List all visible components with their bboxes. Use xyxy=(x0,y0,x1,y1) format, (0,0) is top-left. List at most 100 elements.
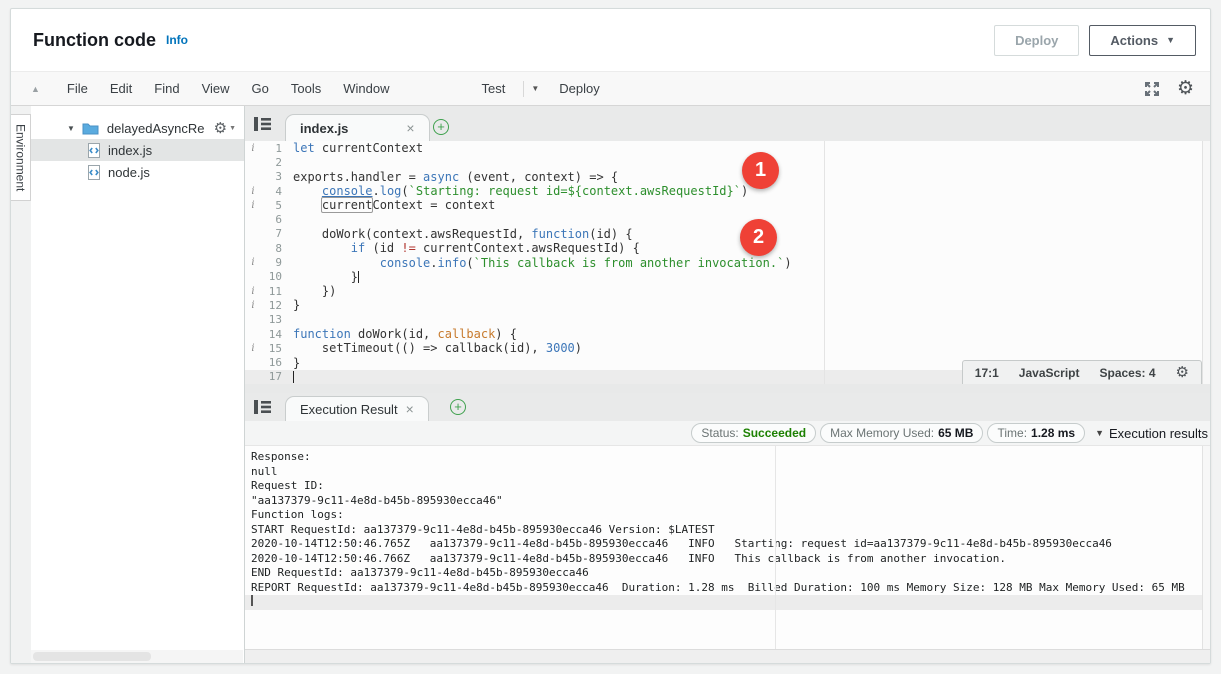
collapse-pane-icon[interactable]: ▲ xyxy=(31,84,40,94)
code-text: console.log(`Starting: request id=${cont… xyxy=(289,184,748,198)
gutter-cell[interactable]: 10 xyxy=(245,270,289,283)
code-line-6: 6 xyxy=(245,212,1210,226)
code-line-11: i11 }) xyxy=(245,284,1210,298)
console-cursor xyxy=(251,595,253,606)
menu-separator xyxy=(523,81,524,97)
gutter-cell[interactable]: i1 xyxy=(245,142,289,155)
tree-scrollbar[interactable] xyxy=(31,650,243,663)
tab-index-js[interactable]: index.js × xyxy=(285,114,430,141)
tree-settings-button[interactable]: ⚙ ▼ xyxy=(214,121,244,136)
annotation-badge-2: 2 xyxy=(740,219,777,256)
gutter-cell[interactable]: 3 xyxy=(245,170,289,183)
menu-item-view[interactable]: View xyxy=(191,81,241,96)
code-text: } xyxy=(289,356,300,370)
gutter-cell[interactable]: i4 xyxy=(245,185,289,198)
tree-scrollbar-thumb[interactable] xyxy=(33,652,151,661)
output-new-tab-icon[interactable]: + xyxy=(450,399,466,415)
code-line-3: 3exports.handler = async (event, context… xyxy=(245,170,1210,184)
tree-file-index.js[interactable]: index.js xyxy=(31,139,244,161)
js-file-icon xyxy=(88,143,100,158)
line-number: 6 xyxy=(261,213,289,226)
language-mode[interactable]: JavaScript xyxy=(1019,366,1080,380)
menu-item-deploy[interactable]: Deploy xyxy=(559,81,599,96)
gutter-cell[interactable]: i9 xyxy=(245,256,289,269)
file-name: index.js xyxy=(108,143,152,158)
close-result-tab-icon[interactable]: × xyxy=(406,401,414,417)
fullscreen-icon[interactable] xyxy=(1143,80,1161,98)
line-number: 1 xyxy=(261,142,289,155)
menu-item-edit[interactable]: Edit xyxy=(99,81,143,96)
menu-item-file[interactable]: File xyxy=(56,81,99,96)
gutter-cell[interactable]: 8 xyxy=(245,242,289,255)
editor-settings-gear-icon[interactable]: ⚙ xyxy=(1176,365,1189,380)
code-line-12: i12} xyxy=(245,298,1210,312)
console-line-10: 2020-10-14T12:50:46.766Z aa137379-9c11-4… xyxy=(245,552,1210,567)
editor-scrollbar[interactable] xyxy=(1202,141,1210,384)
code-text: if (id != currentContext.awsRequestId) { xyxy=(289,241,640,255)
code-line-15: i15 setTimeout(() => callback(id), 3000) xyxy=(245,341,1210,355)
status-badge: Time:1.28 ms xyxy=(987,423,1085,443)
code-line-5: i5 currentContext = context xyxy=(245,198,1210,212)
gutter-cell[interactable]: 14 xyxy=(245,328,289,341)
gutter-info-icon: i xyxy=(245,143,261,154)
folder-expander-icon[interactable]: ▼ xyxy=(67,124,75,133)
code-line-10: 10 } xyxy=(245,270,1210,284)
tree-file-node.js[interactable]: node.js xyxy=(31,161,244,183)
gutter-cell[interactable]: 13 xyxy=(245,313,289,326)
code-text: exports.handler = async (event, context)… xyxy=(289,170,618,184)
gutter-cell[interactable]: 2 xyxy=(245,156,289,169)
execution-console[interactable]: Response:nullRequest ID:"aa137379-9c11-4… xyxy=(245,446,1210,649)
code-text: function doWork(id, callback) { xyxy=(289,327,517,341)
gutter-cell[interactable]: i5 xyxy=(245,199,289,212)
code-text: } xyxy=(289,270,359,284)
tab-list-icon[interactable] xyxy=(254,117,271,131)
js-file-icon xyxy=(88,165,100,180)
test-dropdown-icon[interactable]: ▼ xyxy=(531,84,539,93)
gutter-cell[interactable]: 6 xyxy=(245,213,289,226)
gutter-cell[interactable]: i15 xyxy=(245,342,289,355)
deploy-button[interactable]: Deploy xyxy=(994,25,1079,56)
menu-item-go[interactable]: Go xyxy=(241,81,280,96)
menu-item-find[interactable]: Find xyxy=(143,81,190,96)
tree-gear-caret-icon: ▼ xyxy=(229,125,236,132)
annotation-badge-1: 1 xyxy=(742,152,779,189)
gutter-cell[interactable]: i12 xyxy=(245,299,289,312)
output-tabbar: Execution Result × + xyxy=(245,393,1210,421)
cursor-position[interactable]: 17:1 xyxy=(975,366,999,380)
output-tab-list-icon[interactable] xyxy=(254,400,271,414)
menu-item-window[interactable]: Window xyxy=(332,81,400,96)
gutter-cell[interactable]: 17 xyxy=(245,370,289,383)
actions-button[interactable]: Actions ▼ xyxy=(1089,25,1196,56)
text-cursor xyxy=(358,271,359,283)
ide-content: Environment ▼ delayedAsyncReturn ⚙ ▼ ind… xyxy=(11,106,1210,663)
text-cursor xyxy=(293,371,294,383)
menu-item-test[interactable]: Test xyxy=(470,81,516,96)
console-hscrollbar[interactable] xyxy=(245,649,1210,663)
tree-folder-row[interactable]: ▼ delayedAsyncReturn ⚙ ▼ xyxy=(31,117,244,139)
code-line-2: 2 xyxy=(245,155,1210,169)
ide-settings-gear-icon[interactable]: ⚙ xyxy=(1177,79,1194,98)
spaces-setting[interactable]: Spaces: 4 xyxy=(1100,366,1156,380)
close-tab-icon[interactable]: × xyxy=(406,120,414,136)
menu-item-tools[interactable]: Tools xyxy=(280,81,332,96)
status-badge: Max Memory Used:65 MB xyxy=(820,423,983,443)
file-tree-panel: ▼ delayedAsyncReturn ⚙ ▼ index.js node.js xyxy=(31,106,245,663)
console-line-5: "aa137379-9c11-4e8d-b45b-895930ecca46" xyxy=(245,494,1210,509)
status-badges: Status:SucceededMax Memory Used:65 MBTim… xyxy=(691,423,1085,443)
execution-results-toggle[interactable]: ▼ Execution results xyxy=(1095,426,1208,441)
tab-execution-result[interactable]: Execution Result × xyxy=(285,396,429,421)
ide-menubar: ▲ FileEditFindViewGoToolsWindow Test ▼ D… xyxy=(11,71,1210,106)
gutter-cell[interactable]: 7 xyxy=(245,227,289,240)
environment-tab[interactable]: Environment xyxy=(11,114,31,201)
gutter-cell[interactable]: i11 xyxy=(245,285,289,298)
code-editor[interactable]: i1let currentContext23exports.handler = … xyxy=(245,141,1210,384)
results-caret-icon: ▼ xyxy=(1095,429,1104,438)
line-number: 15 xyxy=(261,342,289,355)
gutter-cell[interactable]: 16 xyxy=(245,356,289,369)
console-scrollbar[interactable] xyxy=(1202,446,1210,649)
file-list: index.js node.js xyxy=(31,139,244,183)
info-link[interactable]: Info xyxy=(166,33,188,47)
new-tab-icon[interactable]: + xyxy=(433,119,449,135)
gutter-info-icon: i xyxy=(245,257,261,268)
menu-items: FileEditFindViewGoToolsWindow xyxy=(56,81,401,96)
